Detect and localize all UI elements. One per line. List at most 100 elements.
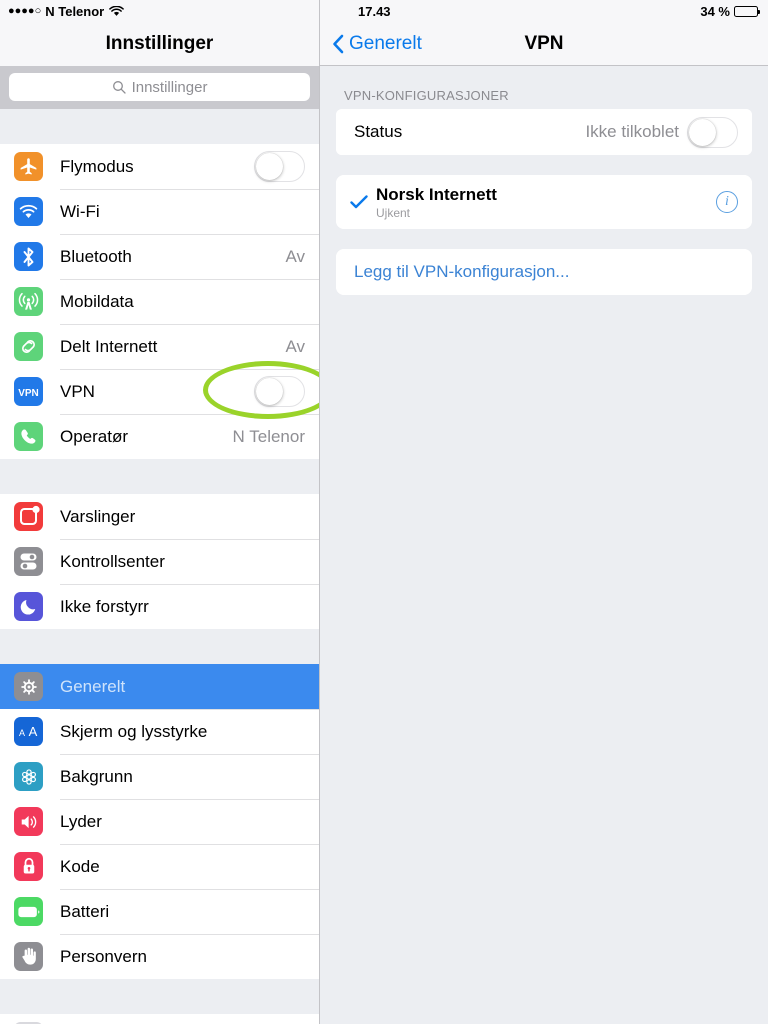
sidebar-item-vpn[interactable]: VPN VPN [0,369,319,414]
sidebar-item-label: Bluetooth [60,246,132,266]
svg-text:VPN: VPN [18,388,39,399]
carrier-label: N Telenor [45,3,105,19]
settings-group: Generelt A A Skjerm og lysstyrke Bakgrunn Lyd… [0,664,319,979]
vpn-icon: VPN [14,377,43,406]
sidebar-item-flymodus[interactable]: Flymodus [0,144,319,189]
sidebar-item-kontrollsenter[interactable]: Kontrollsenter [0,539,319,584]
moon-icon [14,592,43,621]
checkmark-icon [350,195,376,209]
sidebar-item-bakgrunn[interactable]: Bakgrunn [0,754,319,799]
signal-strength-icon: ●●●●○ [8,5,42,17]
sidebar-item-kode[interactable]: Kode [0,844,319,889]
airplane-icon [14,152,43,181]
sidebar-item-icloud[interactable]: iCloud [0,1014,319,1024]
group-separator [0,109,319,144]
sidebar-item-skjerm-og-lysstyrke[interactable]: A A Skjerm og lysstyrke [0,709,319,754]
sidebar-item-operat-r[interactable]: Operatør N Telenor [0,414,319,459]
sidebar-item-value: N Telenor [232,426,305,446]
vpn-configuration-subtitle: Ujkent [376,205,411,220]
settings-group: Varslinger Kontrollsenter Ikke forstyrr [0,494,319,629]
sidebar-item-label: Skjerm og lysstyrke [60,721,208,741]
sidebar-item-bluetooth[interactable]: Bluetooth Av [0,234,319,279]
search-input[interactable]: Innstillinger [9,73,310,101]
sidebar-item-label: Mobildata [60,291,134,311]
search-bar-container: Innstillinger [0,66,319,109]
vpn-configurations-card: Norsk Internett Ujkent i [336,175,752,229]
wifi-icon [14,197,43,226]
gear-icon [14,672,43,701]
wifi-icon [109,5,125,17]
vpn-configuration-name: Norsk Internett [376,184,497,204]
phone-icon [14,422,43,451]
vpn-status-value: Ikke tilkoblet [585,122,679,141]
add-vpn-configuration-row[interactable]: Legg til VPN-konfigurasjon... [336,249,752,295]
vpn-status-toggle[interactable] [687,116,738,148]
battery-icon [734,5,760,17]
sidebar-item-delt-internett[interactable]: Delt Internett Av [0,324,319,369]
sidebar-item-generelt[interactable]: Generelt [0,664,319,709]
battery-status: 34 % [700,3,760,19]
sidebar-nav-bar: Innstillinger [0,22,319,66]
sidebar-list: Flymodus Wi-Fi Bluetooth Av Mobildata Delt In… [0,109,319,1024]
vpn-detail-panel: 17.43 34 % Generelt VPN VPN-KONFIGURASJO… [320,0,768,1024]
svg-text:A: A [29,724,38,739]
sidebar-item-personvern[interactable]: Personvern [0,934,319,979]
sidebar-item-label: Operatør [60,426,129,446]
settings-group: Flymodus Wi-Fi Bluetooth Av Mobildata Delt In… [0,144,319,459]
add-vpn-configuration-label: Legg til VPN-konfigurasjon... [354,262,570,281]
flymodus-toggle[interactable] [254,151,305,182]
battery-percent-label: 34 % [700,3,730,19]
sidebar-item-label: Varslinger [60,506,136,526]
sidebar-item-label: Wi-Fi [60,201,100,221]
sidebar-item-label: Lyder [60,811,102,831]
detail-status-bar: 17.43 34 % [320,0,768,22]
vpn-status-card: Status Ikke tilkoblet [336,109,752,155]
sidebar-item-lyder[interactable]: Lyder [0,799,319,844]
vpn-status-row[interactable]: Status Ikke tilkoblet [336,109,752,155]
vpn-toggle[interactable] [254,376,305,407]
clock-label: 17.43 [358,3,391,19]
back-button[interactable]: Generelt [332,33,422,55]
bluetooth-icon [14,242,43,271]
sidebar-status-bar: ●●●●○ N Telenor [0,0,319,22]
speaker-icon [14,807,43,836]
sidebar-item-label: Flymodus [60,156,134,176]
sidebar-item-label: Batteri [60,901,110,921]
sidebar-item-mobildata[interactable]: Mobildata [0,279,319,324]
sidebar-item-value: Av [285,336,305,356]
sidebar-item-label: Personvern [60,946,147,966]
sidebar-item-ikke-forstyrr[interactable]: Ikke forstyrr [0,584,319,629]
sidebar-item-batteri[interactable]: Batteri [0,889,319,934]
search-placeholder: Innstillinger [131,78,208,96]
sidebar-item-value: Av [285,246,305,266]
settings-sidebar: ●●●●○ N Telenor Innstillinger Innstillin… [0,0,320,1024]
group-separator [0,629,319,664]
group-separator [0,979,319,1014]
lock-icon [14,852,43,881]
back-button-label: Generelt [349,32,422,54]
sidebar-item-varslinger[interactable]: Varslinger [0,494,319,539]
vpn-status-label: Status [354,122,403,141]
text-size-icon: AA [14,717,43,746]
info-icon[interactable]: i [716,191,738,213]
settings-group: iCloud [0,1014,319,1024]
chevron-left-icon [332,34,344,54]
sidebar-item-label: Kode [60,856,100,876]
battery-icon [14,897,43,926]
sidebar-item-label: Delt Internett [60,336,158,356]
antenna-icon [14,287,43,316]
sidebar-item-label: Kontrollsenter [60,551,165,571]
search-icon [112,80,126,94]
sidebar-item-label: Bakgrunn [60,766,133,786]
hotspot-icon [14,332,43,361]
sidebar-item-wi-fi[interactable]: Wi-Fi [0,189,319,234]
svg-text:A: A [19,728,25,738]
detail-nav-bar: Generelt VPN [320,22,768,66]
vpn-configuration-row[interactable]: Norsk Internett Ujkent i [336,175,752,229]
page-title: Innstillinger [105,33,214,54]
hand-icon [14,942,43,971]
wallpaper-icon [14,762,43,791]
add-vpn-card: Legg til VPN-konfigurasjon... [336,249,752,295]
section-header-vpn-configurations: VPN-KONFIGURASJONER [344,88,509,103]
notifications-icon [14,502,43,531]
